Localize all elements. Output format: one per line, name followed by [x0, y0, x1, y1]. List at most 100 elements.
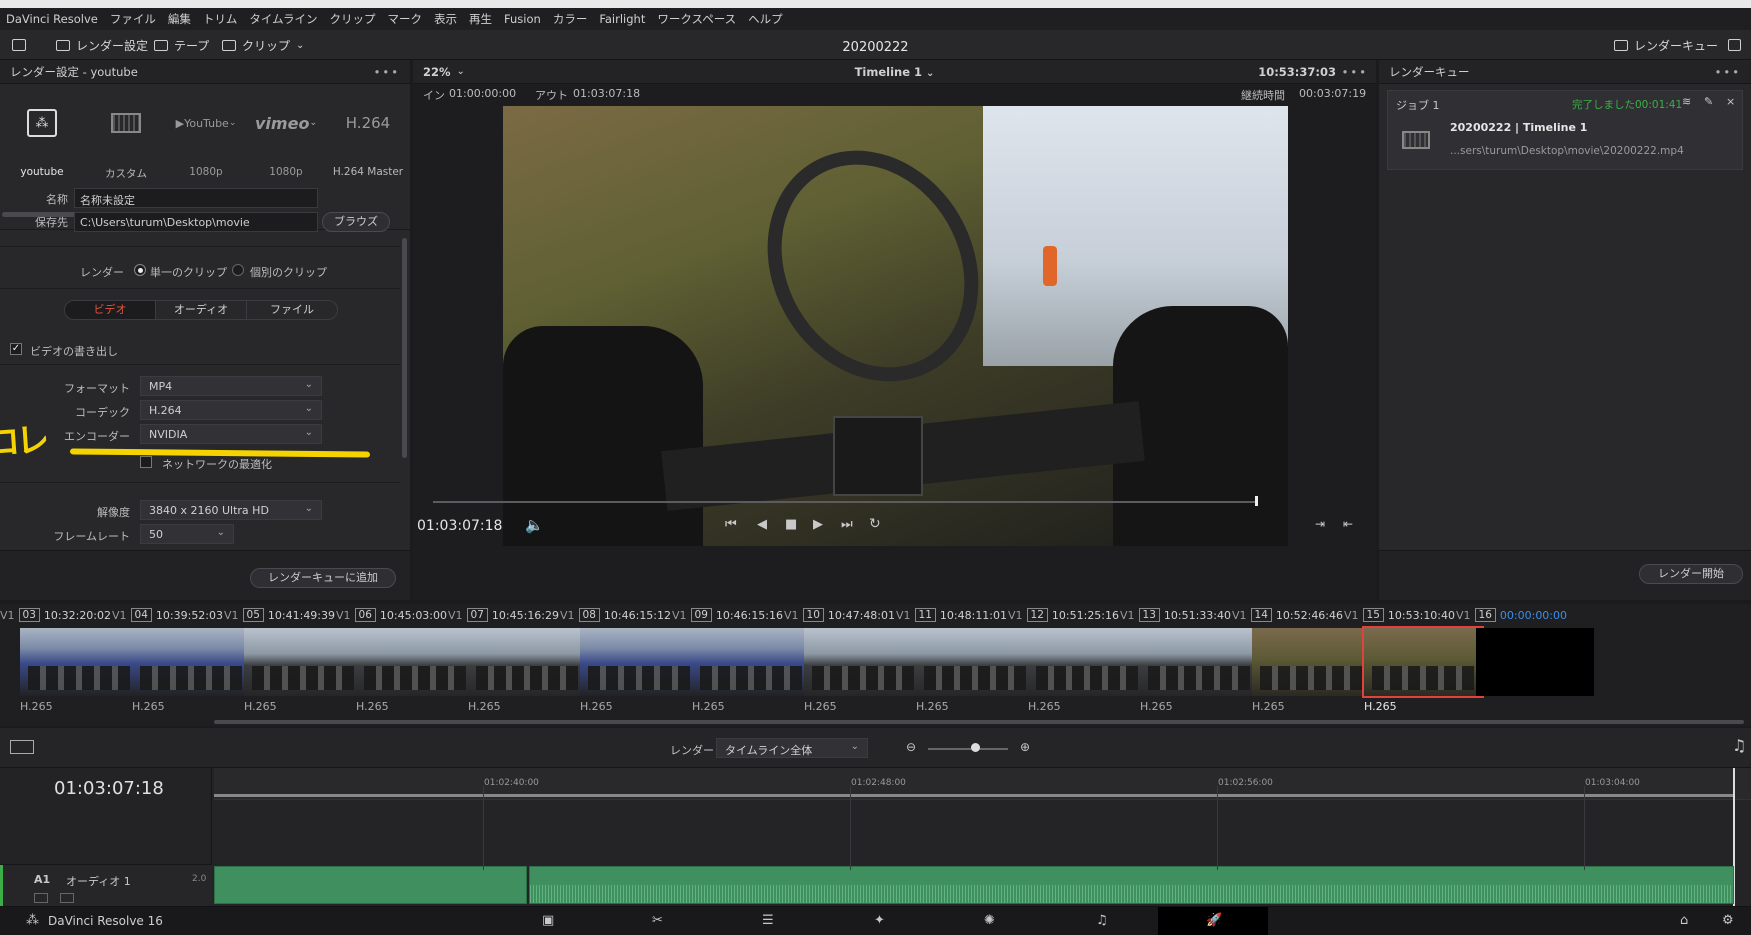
menu-item[interactable]: 再生: [469, 11, 492, 27]
settings-tabs: ビデオ オーディオ ファイル: [64, 300, 338, 320]
skip-end-icon[interactable]: ⏭: [841, 517, 853, 532]
clip-thumbnail[interactable]: [1028, 628, 1146, 696]
stop-icon[interactable]: ■: [785, 517, 797, 532]
zoom-out-icon[interactable]: ⊖: [906, 740, 916, 754]
tab-audio[interactable]: オーディオ: [156, 301, 247, 319]
format-select[interactable]: MP4 ⌄: [140, 376, 322, 396]
preset-h264-master[interactable]: H.264 H.264 Master: [330, 104, 406, 204]
volume-icon[interactable]: 🔈: [525, 516, 544, 534]
menu-item[interactable]: クリップ: [330, 11, 376, 27]
menu-item[interactable]: ファイル: [110, 11, 156, 27]
clip-thumbnail[interactable]: [1140, 628, 1258, 696]
framerate-select[interactable]: 50 ⌄: [140, 524, 234, 544]
clip-thumbnail[interactable]: [132, 628, 250, 696]
zoom-slider-handle[interactable]: [971, 743, 980, 752]
resolution-select[interactable]: 3840 x 2160 Ultra HD ⌄: [140, 500, 322, 520]
skip-start-icon[interactable]: ⏮: [725, 517, 737, 532]
clip-thumbnail[interactable]: [1362, 626, 1484, 698]
mute-track-button[interactable]: [60, 893, 74, 903]
encoder-label: エンコーダー: [64, 430, 130, 443]
timeline-timecode: 01:03:07:18: [54, 778, 164, 799]
menu-item[interactable]: ヘルプ: [748, 11, 783, 27]
tab-file[interactable]: ファイル: [247, 301, 337, 319]
settings-gear-icon[interactable]: ⚙: [1722, 913, 1734, 928]
play-icon[interactable]: ▶: [813, 517, 823, 532]
menu-item[interactable]: Fairlight: [599, 12, 645, 26]
clip-thumbnail[interactable]: [468, 628, 586, 696]
clip-thumbnail[interactable]: [916, 628, 1034, 696]
clip-thumbnail[interactable]: [244, 628, 362, 696]
close-icon[interactable]: ×: [1726, 95, 1735, 108]
tab-video[interactable]: ビデオ: [65, 301, 156, 319]
menu-item[interactable]: タイムライン: [249, 11, 317, 27]
render-queue-toggle-button[interactable]: レンダーキュー: [1614, 36, 1718, 54]
network-optimize-checkbox[interactable]: [140, 456, 152, 468]
panel-options-icon[interactable]: •••: [374, 65, 400, 79]
audio-clip[interactable]: [214, 866, 527, 904]
browse-button[interactable]: ブラウズ: [322, 212, 390, 232]
clip-thumbnail[interactable]: [580, 628, 698, 696]
menu-item[interactable]: ワークスペース: [657, 11, 736, 27]
menu-item[interactable]: Fusion: [504, 12, 541, 26]
lock-track-button[interactable]: [34, 893, 48, 903]
clip-thumbnail[interactable]: [804, 628, 922, 696]
start-render-button[interactable]: レンダー開始: [1639, 564, 1743, 584]
zoom-in-icon[interactable]: ⊕: [1020, 740, 1030, 754]
home-icon[interactable]: ⌂: [1680, 913, 1688, 928]
menu-item[interactable]: カラー: [553, 11, 588, 27]
clip-thumbnail[interactable]: [20, 628, 138, 696]
reverse-play-icon[interactable]: ◀: [757, 517, 767, 532]
settings-scrollbar[interactable]: [402, 238, 407, 458]
cut-page-icon[interactable]: ✂: [652, 913, 663, 928]
loop-icon[interactable]: ↻: [869, 516, 881, 532]
media-page-icon[interactable]: ▣: [542, 913, 554, 928]
clip-thumbnail[interactable]: [1476, 628, 1594, 696]
encoder-select[interactable]: NVIDIA ⌄: [140, 424, 322, 444]
audio-clip[interactable]: [529, 866, 1734, 904]
menu-item[interactable]: 表示: [434, 11, 457, 27]
menu-item[interactable]: トリム: [203, 11, 238, 27]
clip-number: 10: [802, 608, 824, 622]
menu-item[interactable]: DaVinci Resolve: [6, 12, 98, 26]
audio-track-name[interactable]: オーディオ 1: [66, 873, 131, 889]
audio-track-header: A1 オーディオ 1 2.0: [0, 864, 212, 907]
playhead-marker[interactable]: [1255, 496, 1258, 506]
mark-in-icon[interactable]: ⇥: [1315, 517, 1325, 531]
export-video-checkbox[interactable]: ✓: [10, 343, 22, 355]
color-page-icon[interactable]: ✺: [984, 913, 995, 928]
audio-channel-count: 2.0: [192, 874, 207, 884]
render-job-card[interactable]: ジョブ 1 完了しました00:01:41 ≋ ✎ × 20200222 | Ti…: [1387, 90, 1743, 170]
viewer-scrubber[interactable]: [433, 501, 1258, 503]
clip-strip-scrollbar[interactable]: [214, 720, 1744, 724]
zoom-slider[interactable]: [928, 748, 1008, 750]
fairlight-page-icon[interactable]: ♫: [1096, 913, 1108, 928]
viewer-options-icon[interactable]: •••: [1342, 65, 1368, 79]
preset-youtube[interactable]: ⁂ youtube: [4, 104, 80, 204]
clip-thumbnail[interactable]: [356, 628, 474, 696]
edit-icon[interactable]: ✎: [1704, 95, 1713, 108]
location-input[interactable]: C:\Users\turum\Desktop\movie: [74, 212, 318, 232]
chevron-down-icon: ⌄: [304, 379, 313, 390]
menu-item[interactable]: マーク: [388, 11, 423, 27]
add-to-render-queue-button[interactable]: レンダーキューに追加: [250, 568, 396, 588]
timeline-selector[interactable]: Timeline 1 ⌄: [413, 65, 1376, 79]
individual-clips-radio[interactable]: [232, 264, 244, 276]
filename-input[interactable]: 名称未設定: [74, 188, 318, 208]
video-frame[interactable]: [503, 106, 1288, 546]
single-clip-radio[interactable]: [134, 264, 146, 276]
mark-out-icon[interactable]: ⇤: [1343, 517, 1353, 531]
menu-item[interactable]: 編集: [168, 11, 191, 27]
fusion-page-icon[interactable]: ✦: [874, 913, 885, 928]
codec-select[interactable]: H.264 ⌄: [140, 400, 322, 420]
clip-thumbnail[interactable]: [692, 628, 810, 696]
render-range-select[interactable]: タイムライン全体 ⌄: [716, 738, 868, 758]
music-note-icon[interactable]: ♫: [1732, 736, 1746, 755]
timeline-view-icon[interactable]: [10, 740, 34, 754]
panel-toggle-button[interactable]: [1728, 36, 1747, 54]
queue-options-icon[interactable]: •••: [1715, 65, 1741, 79]
clip-codec: H.265: [20, 700, 53, 713]
edit-page-icon[interactable]: ☰: [762, 913, 774, 928]
deliver-page-tab[interactable]: 🚀: [1158, 907, 1268, 935]
clip-number: 08: [578, 608, 600, 622]
clip-thumbnail[interactable]: [1252, 628, 1370, 696]
